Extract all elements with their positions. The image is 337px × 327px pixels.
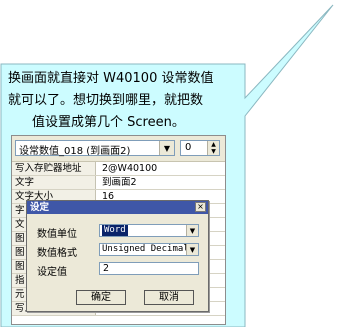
- property-value[interactable]: 2@W40100: [102, 162, 157, 175]
- close-icon[interactable]: ×: [195, 202, 206, 212]
- callout-line-2: 就可以了。想切换到哪里，就把数: [8, 93, 204, 108]
- property-row[interactable]: 写入存贮器地址 2@W40100: [12, 162, 225, 176]
- callout-text: 换画面就直接对 W40100 设常数值 就可以了。想切换到哪里，就把数 值设置成…: [8, 68, 244, 134]
- chevron-down-icon[interactable]: ▼: [186, 225, 198, 236]
- object-select-value: 设常数值_018 (到画面2): [19, 146, 131, 157]
- format-label: 数值格式: [37, 248, 77, 259]
- cancel-button[interactable]: 取消: [144, 290, 194, 305]
- setvalue-label: 设定值: [37, 267, 67, 278]
- unit-select[interactable]: Word ▼: [99, 224, 199, 237]
- callout-line-1: 换画面就直接对 W40100 设常数值: [8, 71, 214, 86]
- callout-line-3: 值设置成第几个 Screen。: [32, 115, 185, 130]
- property-name: 文字: [12, 176, 96, 189]
- unit-select-value: Word: [102, 225, 128, 236]
- chevron-down-icon[interactable]: ▼: [186, 244, 198, 255]
- property-name: 写入存贮器地址: [12, 162, 96, 175]
- panel-toolbar: 设常数值_018 (到画面2) ▼ 0 ▲ ▼: [12, 136, 225, 162]
- dialog-title-text: 设定: [30, 202, 50, 213]
- unit-label: 数值单位: [37, 229, 77, 240]
- spinner-value: 0: [185, 142, 192, 153]
- chevron-down-icon[interactable]: ▼: [159, 141, 174, 155]
- property-value[interactable]: 到画面2: [102, 176, 137, 189]
- format-select[interactable]: Unsigned Decimal ▼: [99, 243, 199, 256]
- ok-button[interactable]: 确定: [76, 290, 126, 305]
- setvalue-input-value: 2: [103, 263, 110, 274]
- property-row[interactable]: 文字 到画面2: [12, 176, 225, 190]
- spinner-arrows-icon[interactable]: ▲ ▼: [207, 141, 219, 155]
- setvalue-input[interactable]: 2: [99, 262, 199, 275]
- settings-dialog: 设定 × 数值单位 Word ▼ 数值格式 Unsigned Decimal ▼…: [26, 200, 209, 312]
- dialog-title: 设定: [27, 201, 208, 214]
- format-select-value: Unsigned Decimal: [102, 244, 189, 254]
- number-spinner[interactable]: 0 ▲ ▼: [180, 140, 220, 156]
- object-select[interactable]: 设常数值_018 (到画面2) ▼: [15, 140, 175, 157]
